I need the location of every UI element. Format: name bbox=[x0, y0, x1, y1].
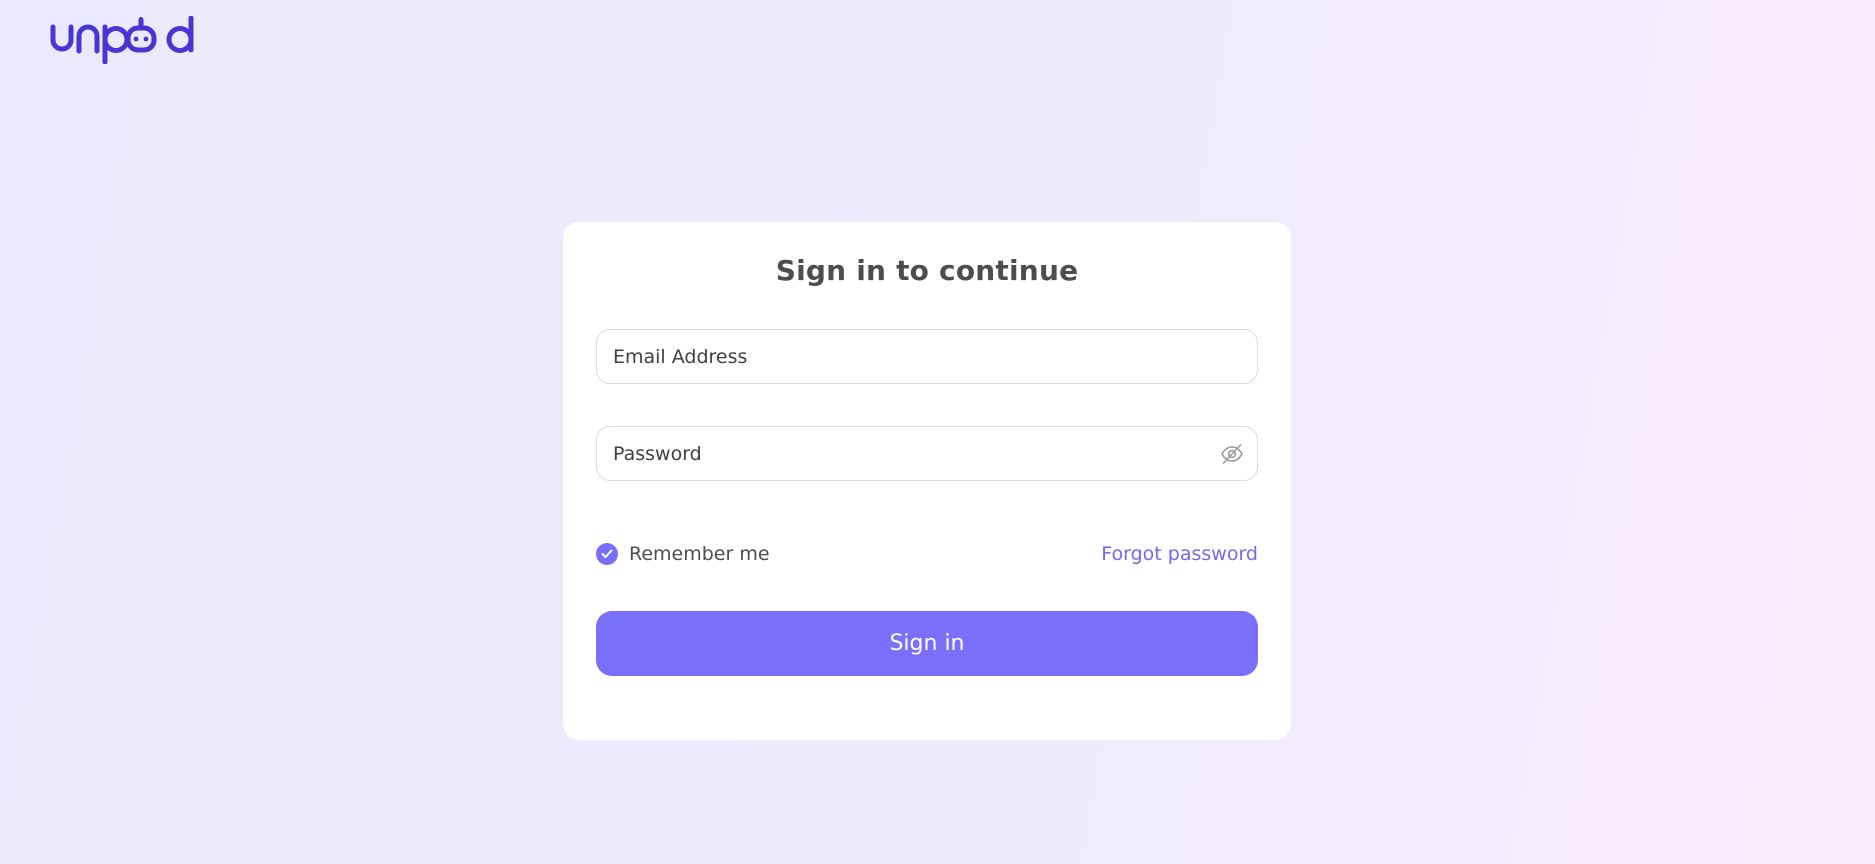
password-field-wrapper[interactable] bbox=[596, 426, 1258, 481]
eye-off-icon[interactable] bbox=[1220, 443, 1244, 465]
unpod-logo[interactable] bbox=[50, 16, 198, 64]
sign-in-button[interactable]: Sign in bbox=[596, 611, 1258, 676]
email-field-wrapper[interactable] bbox=[596, 329, 1258, 384]
remember-me-checkbox[interactable]: Remember me bbox=[596, 540, 770, 568]
checkmark-icon[interactable] bbox=[596, 543, 618, 565]
email-field[interactable] bbox=[613, 330, 1193, 383]
page-title: Sign in to continue bbox=[775, 254, 1079, 287]
sign-in-card: Sign in to continue Remember me Forgot p… bbox=[563, 222, 1291, 740]
remember-forgot-row: Remember me Forgot password bbox=[596, 540, 1258, 568]
remember-me-label: Remember me bbox=[629, 543, 770, 565]
forgot-password-link[interactable]: Forgot password bbox=[1101, 540, 1258, 568]
password-field[interactable] bbox=[613, 427, 1193, 480]
